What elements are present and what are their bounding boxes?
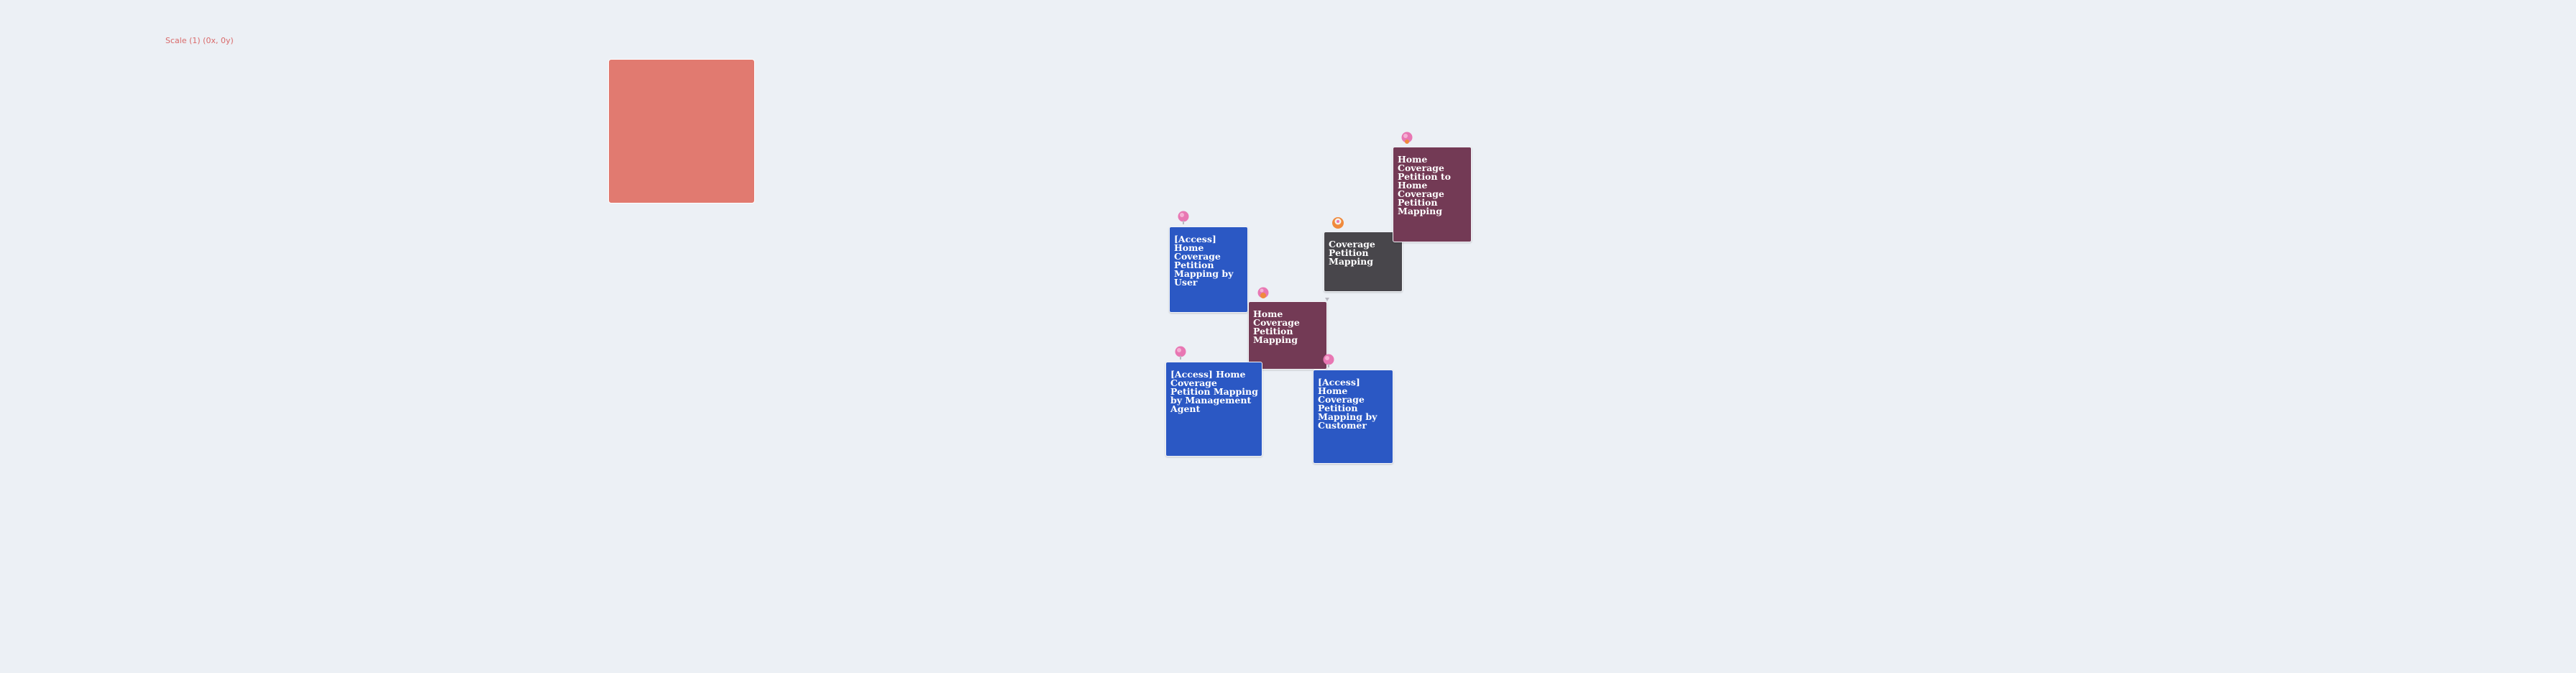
sticky-note-text: [Access] Home Coverage Petition Mapping … <box>1174 234 1234 288</box>
sticky-note-text: Home Coverage Petition Mapping <box>1253 308 1300 345</box>
pink-pin-icon <box>1173 345 1188 360</box>
sticky-note-text: Coverage Petition Mapping <box>1329 239 1375 267</box>
pink-pin-icon <box>1321 353 1336 367</box>
pink-orange-pin-icon <box>1256 286 1270 301</box>
orange-pin-icon <box>1331 216 1345 230</box>
connector-tail <box>1325 292 1329 301</box>
scale-indicator: Scale (1) (0x, 0y) <box>165 36 234 45</box>
sticky-note-coverage-mapping[interactable]: Coverage Petition Mapping <box>1324 232 1403 292</box>
sticky-note-access-customer[interactable]: [Access] Home Coverage Petition Mapping … <box>1313 370 1393 464</box>
sticky-note-home-coverage-mapping[interactable]: Home Coverage Petition Mapping <box>1248 301 1327 370</box>
large-square-shape[interactable] <box>608 59 755 203</box>
pink-pin-icon <box>1400 131 1414 145</box>
pink-pin-icon <box>1176 210 1191 224</box>
sticky-note-text: Home Coverage Petition to Home Coverage … <box>1398 154 1451 216</box>
sticky-note-access-management-agent[interactable]: [Access] Home Coverage Petition Mapping … <box>1165 362 1262 457</box>
sticky-note-access-user[interactable]: [Access] Home Coverage Petition Mapping … <box>1169 226 1248 313</box>
sticky-note-text: [Access] Home Coverage Petition Mapping … <box>1318 377 1378 431</box>
sticky-note-petition-to-mapping[interactable]: Home Coverage Petition to Home Coverage … <box>1393 147 1472 242</box>
sticky-note-text: [Access] Home Coverage Petition Mapping … <box>1170 369 1258 414</box>
